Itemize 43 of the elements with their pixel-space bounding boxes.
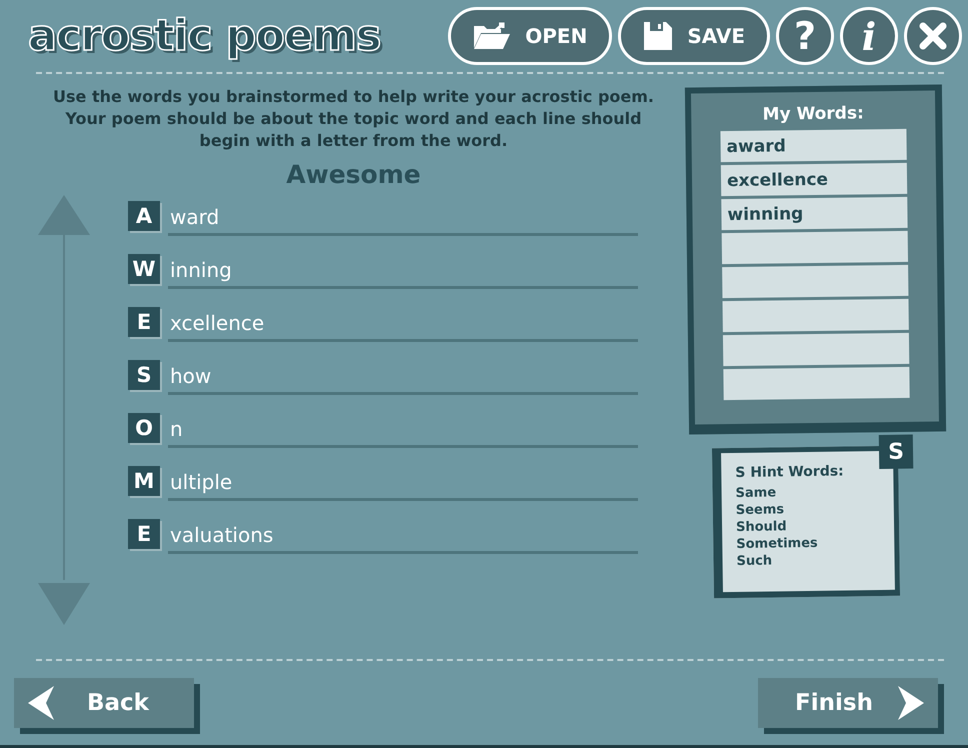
- letter-tile: E: [128, 519, 160, 549]
- empty-word-slot[interactable]: [722, 298, 909, 332]
- poem-line-field[interactable]: valuations: [168, 519, 638, 554]
- word-slot[interactable]: winning: [721, 196, 908, 230]
- poem-line-field[interactable]: ultiple: [168, 466, 638, 501]
- letter-tile: A: [128, 201, 160, 231]
- empty-word-slot[interactable]: [723, 366, 910, 400]
- poem-line-field[interactable]: xcellence: [168, 307, 638, 342]
- right-arrow-icon: [896, 686, 924, 720]
- letter-tile: E: [128, 307, 160, 337]
- hint-word[interactable]: Sometimes: [736, 534, 894, 553]
- empty-word-slot[interactable]: [722, 332, 910, 366]
- letter-tile: W: [128, 254, 160, 284]
- letter-tile: S: [128, 360, 160, 390]
- poem-line-field[interactable]: ward: [168, 201, 638, 236]
- hint-title: S Hint Words:: [734, 462, 844, 481]
- hint-word[interactable]: Same: [734, 482, 894, 502]
- poem-line-field[interactable]: inning: [168, 254, 638, 289]
- poem-line-field[interactable]: n: [168, 413, 638, 448]
- empty-word-slot[interactable]: [722, 230, 908, 264]
- empty-word-slot[interactable]: [722, 264, 908, 298]
- instructions: Use the words you brainstormed to help write your acrostic poem. Your poem should be about the topic word and each line should begin with a letter from the word.: [52, 86, 655, 152]
- app-title: acrostic poems: [28, 11, 380, 61]
- back-button[interactable]: Back: [14, 678, 194, 728]
- panel-title: My Words:: [762, 103, 864, 125]
- hint-word[interactable]: Should: [735, 516, 894, 536]
- letter-badge: S: [878, 434, 913, 469]
- word-slot[interactable]: excellence: [720, 162, 908, 196]
- close-icon: [918, 21, 948, 51]
- letter-tile: M: [128, 466, 160, 496]
- save-button[interactable]: SAVE: [618, 7, 770, 65]
- folder-icon: [473, 22, 512, 50]
- help-button[interactable]: ?: [776, 7, 834, 65]
- hint-word[interactable]: Seems: [735, 500, 894, 519]
- poem-line-field[interactable]: how: [168, 360, 638, 395]
- info-button[interactable]: i: [840, 7, 898, 65]
- letter-tile: O: [128, 413, 160, 443]
- open-button[interactable]: OPEN: [448, 7, 612, 65]
- left-arrow-icon: [28, 686, 56, 720]
- word-slot[interactable]: award: [720, 128, 907, 162]
- topic-word: Awesome: [286, 160, 421, 189]
- finish-button[interactable]: Finish: [758, 678, 938, 728]
- hint-word[interactable]: Such: [736, 550, 894, 570]
